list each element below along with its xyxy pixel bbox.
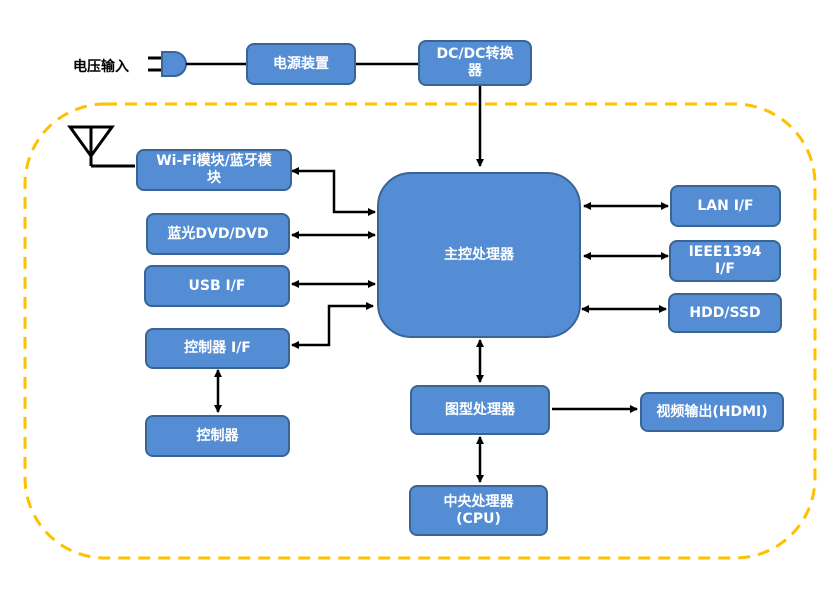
node-label: 中央处理器 (CPU) <box>443 493 514 527</box>
antenna-icon <box>67 125 135 168</box>
node-label: DC/DC转换 器 <box>436 46 514 79</box>
node-label: LAN I/F <box>697 197 754 214</box>
node-label: 图型处理器 <box>445 401 515 418</box>
node-label: 视频输出(HDMI) <box>656 403 768 420</box>
node-label: 蓝光DVD/DVD <box>167 225 269 242</box>
node-label: 控制器 I/F <box>184 340 251 356</box>
node-label: Wi-Fi模块/蓝牙模 块 <box>156 153 272 186</box>
node-label: 控制器 <box>196 427 239 444</box>
edge-ctrlif-main <box>291 302 374 349</box>
node-cpu[interactable]: 中央处理器 (CPU) <box>409 485 548 536</box>
node-label: HDD/SSD <box>689 304 761 321</box>
node-controller-if[interactable]: 控制器 I/F <box>145 328 290 369</box>
node-graphics-processor[interactable]: 图型处理器 <box>410 385 550 435</box>
node-bluray-dvd[interactable]: 蓝光DVD/DVD <box>146 213 290 255</box>
node-hdd-ssd[interactable]: HDD/SSD <box>668 293 782 333</box>
node-power-supply[interactable]: 电源装置 <box>246 43 356 85</box>
voltage-input-label: 电压输入 <box>73 59 129 75</box>
node-wifi-bluetooth[interactable]: Wi-Fi模块/蓝牙模 块 <box>136 149 292 191</box>
node-main-processor[interactable]: 主控处理器 <box>377 172 581 338</box>
node-usb-if[interactable]: USB I/F <box>144 265 290 307</box>
node-label: 电源装置 <box>273 55 329 72</box>
node-controller[interactable]: 控制器 <box>145 415 290 457</box>
power-plug-icon <box>148 51 187 77</box>
node-label: USB I/F <box>188 277 246 294</box>
edge-wifi-main <box>291 167 376 216</box>
node-ieee1394-if[interactable]: IEEE1394 I/F <box>669 240 781 282</box>
node-video-output[interactable]: 视频输出(HDMI) <box>640 392 784 432</box>
node-label: IEEE1394 I/F <box>688 244 762 277</box>
node-dcdc-converter[interactable]: DC/DC转换 器 <box>418 40 532 86</box>
node-label: 主控处理器 <box>444 246 514 263</box>
node-lan-if[interactable]: LAN I/F <box>670 185 781 227</box>
